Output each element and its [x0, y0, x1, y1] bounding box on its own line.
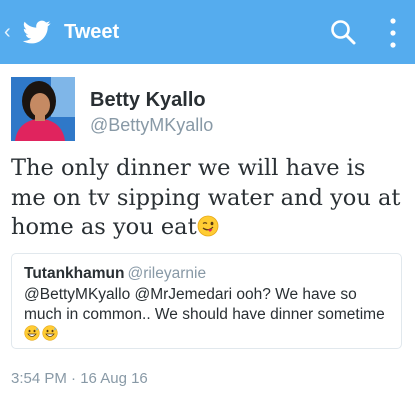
- quoted-tweet-text-content: @BettyMKyallo @MrJemedari ooh? We have s…: [24, 286, 385, 323]
- avatar[interactable]: [11, 77, 75, 141]
- quoted-tweet-text: @BettyMKyallo @MrJemedari ooh? We have s…: [24, 285, 392, 345]
- avatar-photo: [11, 77, 75, 141]
- quoted-tweet-header: Tutankhamun @rileyarnie: [24, 264, 206, 284]
- quoted-author-handle: @rileyarnie: [127, 265, 207, 282]
- author-name[interactable]: Betty Kyallo: [90, 88, 206, 112]
- search-icon[interactable]: [329, 18, 357, 46]
- quoted-author-name: Tutankhamun: [24, 265, 125, 282]
- tweet-text: The only dinner we will have is me on tv…: [11, 154, 406, 243]
- tweet-timestamp: 3:54 PM · 16 Aug 16: [11, 370, 148, 387]
- twitter-bird-icon[interactable]: [22, 18, 52, 46]
- author-handle[interactable]: @BettyMKyallo: [90, 114, 213, 136]
- app-bar: ‹ Tweet: [0, 0, 415, 64]
- back-chevron-icon[interactable]: ‹: [4, 20, 11, 44]
- grinning-face-with-sweat-emoji: [42, 325, 58, 341]
- page-title: Tweet: [64, 21, 120, 43]
- quoted-tweet-card[interactable]: Tutankhamun @rileyarnie @BettyMKyallo @Mr…: [11, 253, 402, 349]
- more-vertical-icon[interactable]: [383, 16, 403, 50]
- winking-face-with-tongue-emoji: [197, 215, 219, 237]
- grinning-face-with-sweat-emoji: [24, 325, 40, 341]
